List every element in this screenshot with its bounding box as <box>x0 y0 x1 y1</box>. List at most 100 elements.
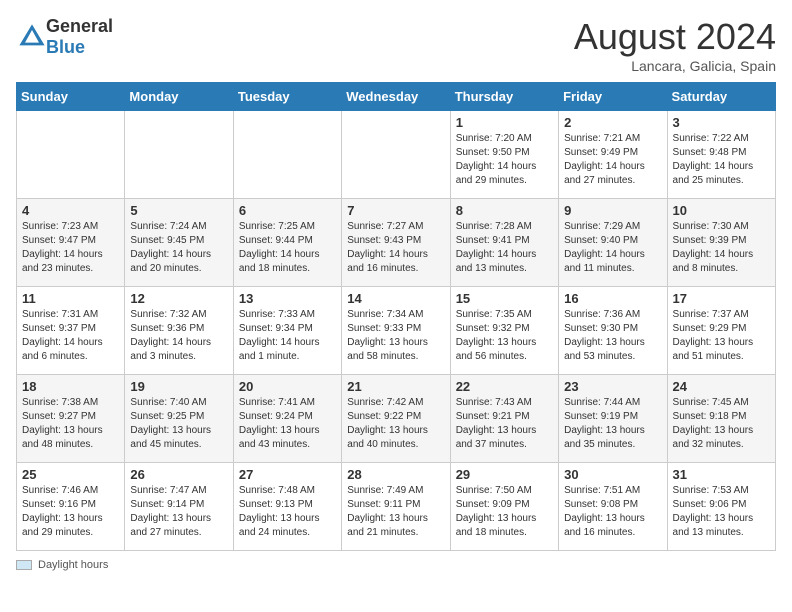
location-subtitle: Lancara, Galicia, Spain <box>574 58 776 74</box>
day-number: 17 <box>673 291 770 306</box>
calendar-week-3: 11 Sunrise: 7:31 AM Sunset: 9:37 PM Dayli… <box>17 287 776 375</box>
calendar-cell: 9 Sunrise: 7:29 AM Sunset: 9:40 PM Daylig… <box>559 199 667 287</box>
calendar-cell: 4 Sunrise: 7:23 AM Sunset: 9:47 PM Daylig… <box>17 199 125 287</box>
day-number: 19 <box>130 379 227 394</box>
calendar-week-2: 4 Sunrise: 7:23 AM Sunset: 9:47 PM Daylig… <box>17 199 776 287</box>
day-number: 7 <box>347 203 444 218</box>
day-info: Sunrise: 7:29 AM Sunset: 9:40 PM Dayligh… <box>564 220 661 276</box>
col-header-thursday: Thursday <box>450 83 558 111</box>
day-info: Sunrise: 7:34 AM Sunset: 9:33 PM Dayligh… <box>347 308 444 364</box>
calendar-cell <box>17 111 125 199</box>
day-number: 6 <box>239 203 336 218</box>
calendar-cell: 6 Sunrise: 7:25 AM Sunset: 9:44 PM Daylig… <box>233 199 341 287</box>
calendar-cell: 14Sunrise: 7:34 AM Sunset: 9:33 PM Dayli… <box>342 287 450 375</box>
day-info: Sunrise: 7:22 AM Sunset: 9:48 PM Dayligh… <box>673 132 770 188</box>
calendar-header: SundayMondayTuesdayWednesdayThursdayFrid… <box>17 83 776 111</box>
day-number: 11 <box>22 291 119 306</box>
calendar-cell: 3 Sunrise: 7:22 AM Sunset: 9:48 PM Daylig… <box>667 111 775 199</box>
title-section: August 2024 Lancara, Galicia, Spain <box>574 16 776 74</box>
calendar-cell: 31Sunrise: 7:53 AM Sunset: 9:06 PM Dayli… <box>667 463 775 551</box>
day-number: 12 <box>130 291 227 306</box>
month-title: August 2024 <box>574 16 776 58</box>
day-number: 16 <box>564 291 661 306</box>
logo-general: General <box>46 16 113 36</box>
calendar-cell: 22 Sunrise: 7:43 AM Sunset: 9:21 PM Dayli… <box>450 375 558 463</box>
col-header-friday: Friday <box>559 83 667 111</box>
day-info: Sunrise: 7:50 AM Sunset: 9:09 PM Dayligh… <box>456 484 553 540</box>
day-info: Sunrise: 7:38 AM Sunset: 9:27 PM Dayligh… <box>22 396 119 452</box>
col-header-monday: Monday <box>125 83 233 111</box>
day-info: Sunrise: 7:21 AM Sunset: 9:49 PM Dayligh… <box>564 132 661 188</box>
day-number: 4 <box>22 203 119 218</box>
calendar-cell <box>233 111 341 199</box>
daylight-legend-box <box>16 560 32 570</box>
day-number: 2 <box>564 115 661 130</box>
day-number: 5 <box>130 203 227 218</box>
day-info: Sunrise: 7:24 AM Sunset: 9:45 PM Dayligh… <box>130 220 227 276</box>
calendar-cell: 7 Sunrise: 7:27 AM Sunset: 9:43 PM Daylig… <box>342 199 450 287</box>
calendar-cell: 13 Sunrise: 7:33 AM Sunset: 9:34 PM Dayli… <box>233 287 341 375</box>
day-info: Sunrise: 7:27 AM Sunset: 9:43 PM Dayligh… <box>347 220 444 276</box>
calendar-cell: 1Sunrise: 7:20 AM Sunset: 9:50 PM Daylig… <box>450 111 558 199</box>
calendar-cell: 2 Sunrise: 7:21 AM Sunset: 9:49 PM Daylig… <box>559 111 667 199</box>
calendar-week-5: 25Sunrise: 7:46 AM Sunset: 9:16 PM Dayli… <box>17 463 776 551</box>
calendar-cell: 19 Sunrise: 7:40 AM Sunset: 9:25 PM Dayli… <box>125 375 233 463</box>
day-number: 30 <box>564 467 661 482</box>
calendar-cell: 29Sunrise: 7:50 AM Sunset: 9:09 PM Dayli… <box>450 463 558 551</box>
day-info: Sunrise: 7:47 AM Sunset: 9:14 PM Dayligh… <box>130 484 227 540</box>
day-number: 21 <box>347 379 444 394</box>
day-info: Sunrise: 7:20 AM Sunset: 9:50 PM Dayligh… <box>456 132 553 188</box>
day-number: 13 <box>239 291 336 306</box>
calendar-cell: 20Sunrise: 7:41 AM Sunset: 9:24 PM Dayli… <box>233 375 341 463</box>
day-info: Sunrise: 7:36 AM Sunset: 9:30 PM Dayligh… <box>564 308 661 364</box>
day-number: 27 <box>239 467 336 482</box>
calendar-cell <box>342 111 450 199</box>
day-number: 31 <box>673 467 770 482</box>
calendar-cell: 30Sunrise: 7:51 AM Sunset: 9:08 PM Dayli… <box>559 463 667 551</box>
calendar-cell: 25Sunrise: 7:46 AM Sunset: 9:16 PM Dayli… <box>17 463 125 551</box>
day-info: Sunrise: 7:46 AM Sunset: 9:16 PM Dayligh… <box>22 484 119 540</box>
col-header-sunday: Sunday <box>17 83 125 111</box>
calendar-cell <box>125 111 233 199</box>
day-info: Sunrise: 7:43 AM Sunset: 9:21 PM Dayligh… <box>456 396 553 452</box>
calendar-table: SundayMondayTuesdayWednesdayThursdayFrid… <box>16 82 776 551</box>
day-number: 22 <box>456 379 553 394</box>
day-info: Sunrise: 7:35 AM Sunset: 9:32 PM Dayligh… <box>456 308 553 364</box>
day-info: Sunrise: 7:32 AM Sunset: 9:36 PM Dayligh… <box>130 308 227 364</box>
day-info: Sunrise: 7:45 AM Sunset: 9:18 PM Dayligh… <box>673 396 770 452</box>
calendar-week-1: 1Sunrise: 7:20 AM Sunset: 9:50 PM Daylig… <box>17 111 776 199</box>
day-info: Sunrise: 7:33 AM Sunset: 9:34 PM Dayligh… <box>239 308 336 364</box>
col-header-tuesday: Tuesday <box>233 83 341 111</box>
day-info: Sunrise: 7:23 AM Sunset: 9:47 PM Dayligh… <box>22 220 119 276</box>
calendar-cell: 21 Sunrise: 7:42 AM Sunset: 9:22 PM Dayli… <box>342 375 450 463</box>
day-number: 9 <box>564 203 661 218</box>
footer: Daylight hours <box>16 559 776 571</box>
col-header-wednesday: Wednesday <box>342 83 450 111</box>
calendar-cell: 8 Sunrise: 7:28 AM Sunset: 9:41 PM Daylig… <box>450 199 558 287</box>
day-number: 24 <box>673 379 770 394</box>
day-info: Sunrise: 7:41 AM Sunset: 9:24 PM Dayligh… <box>239 396 336 452</box>
calendar-cell: 11 Sunrise: 7:31 AM Sunset: 9:37 PM Dayli… <box>17 287 125 375</box>
calendar-cell: 12 Sunrise: 7:32 AM Sunset: 9:36 PM Dayli… <box>125 287 233 375</box>
calendar-cell: 16 Sunrise: 7:36 AM Sunset: 9:30 PM Dayli… <box>559 287 667 375</box>
day-number: 26 <box>130 467 227 482</box>
day-number: 10 <box>673 203 770 218</box>
calendar-cell: 17 Sunrise: 7:37 AM Sunset: 9:29 PM Dayli… <box>667 287 775 375</box>
day-number: 3 <box>673 115 770 130</box>
day-number: 8 <box>456 203 553 218</box>
day-number: 18 <box>22 379 119 394</box>
day-info: Sunrise: 7:31 AM Sunset: 9:37 PM Dayligh… <box>22 308 119 364</box>
calendar-cell: 5 Sunrise: 7:24 AM Sunset: 9:45 PM Daylig… <box>125 199 233 287</box>
day-info: Sunrise: 7:28 AM Sunset: 9:41 PM Dayligh… <box>456 220 553 276</box>
day-number: 15 <box>456 291 553 306</box>
calendar-cell: 26 Sunrise: 7:47 AM Sunset: 9:14 PM Dayli… <box>125 463 233 551</box>
calendar-cell: 27Sunrise: 7:48 AM Sunset: 9:13 PM Dayli… <box>233 463 341 551</box>
day-number: 28 <box>347 467 444 482</box>
day-info: Sunrise: 7:37 AM Sunset: 9:29 PM Dayligh… <box>673 308 770 364</box>
day-info: Sunrise: 7:42 AM Sunset: 9:22 PM Dayligh… <box>347 396 444 452</box>
logo-icon <box>18 23 46 51</box>
calendar-cell: 28Sunrise: 7:49 AM Sunset: 9:11 PM Dayli… <box>342 463 450 551</box>
day-info: Sunrise: 7:25 AM Sunset: 9:44 PM Dayligh… <box>239 220 336 276</box>
day-info: Sunrise: 7:40 AM Sunset: 9:25 PM Dayligh… <box>130 396 227 452</box>
calendar-week-4: 18 Sunrise: 7:38 AM Sunset: 9:27 PM Dayli… <box>17 375 776 463</box>
